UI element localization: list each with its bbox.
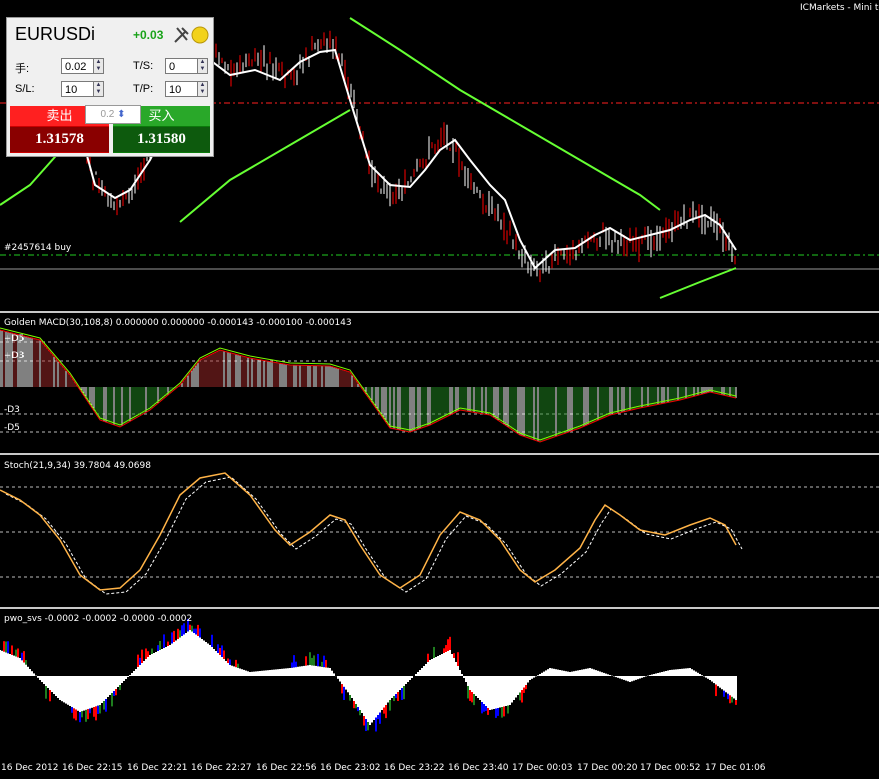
window-title: ICMarkets - Mini te: [800, 3, 879, 13]
pwo-title: pwo_svs -0.0002 -0.0002 -0.0000 -0.0002: [4, 614, 193, 624]
stop-loss-stepper[interactable]: ▲ ▼: [93, 81, 104, 97]
macd-level-label: -D5: [4, 423, 20, 433]
stoch-title: Stoch(21,9,34) 39.7804 49.0698: [4, 461, 151, 471]
sell-price: 1.31578: [10, 127, 109, 152]
lots-label: 手:: [15, 63, 30, 75]
stoch-signal-line: [5, 476, 743, 595]
time-axis-label: 16 Dec 2012: [1, 763, 59, 773]
macd-title: Golden MACD(30,108,8) 0.000000 0.000000 …: [4, 318, 352, 328]
macd-signal-line: [0, 329, 737, 443]
time-axis-label: 17 Dec 00:03: [512, 763, 573, 773]
time-axis-label: 17 Dec 00:52: [640, 763, 701, 773]
time-axis-label: 16 Dec 23:40: [448, 763, 509, 773]
order-line-label: #2457614 buy: [4, 243, 72, 253]
time-axis-label: 16 Dec 23:22: [384, 763, 445, 773]
symbol-name: EURUSDi: [15, 24, 96, 44]
one-click-trading-panel[interactable]: EURUSDi +0.03 手: 0.02 ▲ ▼ T/S: 0 ▲ ▼ S/L: …: [6, 17, 214, 157]
trailing-stop-stepper[interactable]: ▲ ▼: [197, 58, 208, 74]
time-axis-label: 16 Dec 22:21: [127, 763, 188, 773]
macd-level-label: +D3: [4, 351, 25, 361]
take-profit-label: T/P:: [133, 83, 154, 95]
pane-separator[interactable]: [0, 311, 879, 313]
profit-value: +0.03: [133, 28, 164, 42]
time-axis-label: 16 Dec 22:56: [256, 763, 317, 773]
time-axis-label: 17 Dec 00:20: [577, 763, 638, 773]
macd-level-label: +D5: [4, 334, 25, 344]
lot-step-selector[interactable]: 0.2 ⬍: [85, 105, 141, 124]
macd-level-label: -D3: [4, 405, 20, 415]
time-axis-label: 17 Dec 01:06: [705, 763, 766, 773]
buy-price: 1.31580: [113, 127, 210, 152]
long-ma-line: [349, 17, 661, 211]
pane-separator[interactable]: [0, 453, 879, 455]
stop-loss-label: S/L:: [15, 83, 35, 95]
time-axis-label: 16 Dec 22:27: [191, 763, 252, 773]
time-axis-label: 16 Dec 22:15: [62, 763, 123, 773]
lots-stepper[interactable]: ▲ ▼: [93, 58, 104, 74]
coin-icon: [191, 26, 209, 44]
take-profit-stepper[interactable]: ▲ ▼: [197, 81, 208, 97]
lot-step-value: 0.2: [100, 109, 115, 120]
trailing-stop-label: T/S:: [133, 60, 154, 72]
tools-icon[interactable]: [173, 24, 209, 46]
stepper-arrows-icon: ⬍: [117, 109, 126, 120]
time-axis-label: 16 Dec 23:02: [320, 763, 381, 773]
pane-separator[interactable]: [0, 607, 879, 609]
long-ma-line: [659, 267, 737, 299]
